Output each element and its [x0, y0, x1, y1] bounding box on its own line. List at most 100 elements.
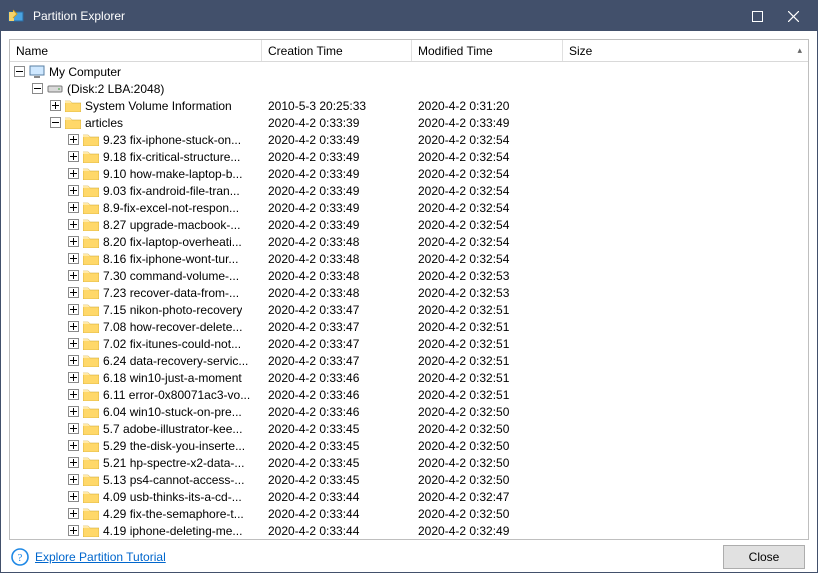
- tree-folder[interactable]: articles2020-4-2 0:33:392020-4-2 0:33:49: [10, 114, 808, 131]
- expand-icon[interactable]: [68, 440, 79, 451]
- tree-view[interactable]: My Computer(Disk:2 LBA:2048)System Volum…: [10, 62, 808, 539]
- modified-time: 2020-4-2 0:32:54: [412, 252, 563, 266]
- modified-time: 2020-4-2 0:32:54: [412, 150, 563, 164]
- tree-folder[interactable]: 4.09 usb-thinks-its-a-cd-...2020-4-2 0:3…: [10, 488, 808, 505]
- collapse-icon[interactable]: [14, 66, 25, 77]
- expand-icon[interactable]: [68, 355, 79, 366]
- expand-icon[interactable]: [68, 219, 79, 230]
- expand-icon[interactable]: [68, 304, 79, 315]
- column-header-mtime-label: Modified Time: [418, 44, 493, 58]
- tree-folder[interactable]: 8.9-fix-excel-not-respon...2020-4-2 0:33…: [10, 199, 808, 216]
- tree-root[interactable]: My Computer: [10, 63, 808, 80]
- tree-folder[interactable]: 9.10 how-make-laptop-b...2020-4-2 0:33:4…: [10, 165, 808, 182]
- tutorial-link[interactable]: Explore Partition Tutorial: [35, 550, 166, 564]
- expand-icon[interactable]: [68, 491, 79, 502]
- expand-icon[interactable]: [68, 236, 79, 247]
- tree-folder[interactable]: 8.16 fix-iphone-wont-tur...2020-4-2 0:33…: [10, 250, 808, 267]
- item-label: 7.23 recover-data-from-...: [103, 286, 239, 300]
- creation-time: 2020-4-2 0:33:46: [262, 405, 412, 419]
- expand-icon[interactable]: [68, 253, 79, 264]
- modified-time: 2020-4-2 0:32:50: [412, 456, 563, 470]
- expand-icon[interactable]: [68, 525, 79, 536]
- item-label: 5.21 hp-spectre-x2-data-...: [103, 456, 244, 470]
- tree-folder[interactable]: 9.23 fix-iphone-stuck-on...2020-4-2 0:33…: [10, 131, 808, 148]
- tree-folder[interactable]: 8.20 fix-laptop-overheati...2020-4-2 0:3…: [10, 233, 808, 250]
- expand-icon[interactable]: [68, 270, 79, 281]
- item-label: 7.15 nikon-photo-recovery: [103, 303, 242, 317]
- creation-time: 2020-4-2 0:33:48: [262, 286, 412, 300]
- creation-time: 2020-4-2 0:33:47: [262, 354, 412, 368]
- creation-time: 2020-4-2 0:33:44: [262, 524, 412, 538]
- column-header-name[interactable]: Name: [10, 40, 262, 61]
- tree-folder[interactable]: 6.11 error-0x80071ac3-vo...2020-4-2 0:33…: [10, 386, 808, 403]
- tree-folder[interactable]: 7.23 recover-data-from-... 2020-4-2 0:33:…: [10, 284, 808, 301]
- tree-folder[interactable]: 5.13 ps4-cannot-access-...2020-4-2 0:33:…: [10, 471, 808, 488]
- tree-folder[interactable]: 7.30 command-volume-...2020-4-2 0:33:482…: [10, 267, 808, 284]
- expand-icon[interactable]: [68, 406, 79, 417]
- folder-icon: [83, 184, 99, 197]
- item-label: 9.23 fix-iphone-stuck-on...: [103, 133, 241, 147]
- expand-icon[interactable]: [68, 168, 79, 179]
- close-window-button[interactable]: [775, 1, 811, 31]
- close-button[interactable]: Close: [723, 545, 805, 569]
- folder-icon: [83, 218, 99, 231]
- expand-icon[interactable]: [68, 474, 79, 485]
- expand-icon[interactable]: [68, 202, 79, 213]
- expand-icon[interactable]: [68, 457, 79, 468]
- modified-time: 2020-4-2 0:33:49: [412, 116, 563, 130]
- tree-folder[interactable]: 6.18 win10-just-a-moment2020-4-2 0:33:46…: [10, 369, 808, 386]
- column-header-mtime[interactable]: Modified Time: [412, 40, 563, 61]
- tree-folder[interactable]: 5.7 adobe-illustrator-kee... 2020-4-2 0:3…: [10, 420, 808, 437]
- item-label: articles: [85, 116, 123, 130]
- tree-folder[interactable]: System Volume Information2010-5-3 20:25:…: [10, 97, 808, 114]
- expand-icon[interactable]: [68, 321, 79, 332]
- expand-icon[interactable]: [68, 134, 79, 145]
- tree-folder[interactable]: 5.21 hp-spectre-x2-data-...2020-4-2 0:33…: [10, 454, 808, 471]
- modified-time: 2020-4-2 0:32:53: [412, 269, 563, 283]
- collapse-icon[interactable]: [50, 117, 61, 128]
- creation-time: 2020-4-2 0:33:45: [262, 422, 412, 436]
- column-header-ctime[interactable]: Creation Time: [262, 40, 412, 61]
- folder-icon: [83, 337, 99, 350]
- expand-icon[interactable]: [68, 287, 79, 298]
- tree-folder[interactable]: 6.24 data-recovery-servic...2020-4-2 0:3…: [10, 352, 808, 369]
- folder-icon: [83, 150, 99, 163]
- tree-folder[interactable]: 4.19 iphone-deleting-me...2020-4-2 0:33:…: [10, 522, 808, 539]
- expand-icon[interactable]: [50, 100, 61, 111]
- collapse-icon[interactable]: [32, 83, 43, 94]
- tree-folder[interactable]: 8.27 upgrade-macbook-...2020-4-2 0:33:49…: [10, 216, 808, 233]
- tree-folder[interactable]: 5.29 the-disk-you-inserte...2020-4-2 0:3…: [10, 437, 808, 454]
- item-label: 8.16 fix-iphone-wont-tur...: [103, 252, 238, 266]
- maximize-button[interactable]: [739, 1, 775, 31]
- item-label: 4.29 fix-the-semaphore-t...: [103, 507, 244, 521]
- expand-icon[interactable]: [68, 151, 79, 162]
- modified-time: 2020-4-2 0:32:51: [412, 371, 563, 385]
- expand-icon[interactable]: [68, 389, 79, 400]
- expand-icon[interactable]: [68, 372, 79, 383]
- tree-folder[interactable]: 6.04 win10-stuck-on-pre... 2020-4-2 0:33:…: [10, 403, 808, 420]
- expand-icon[interactable]: [68, 508, 79, 519]
- item-label: 9.03 fix-android-file-tran...: [103, 184, 240, 198]
- item-label: 5.29 the-disk-you-inserte...: [103, 439, 245, 453]
- window: Partition Explorer Name Creation Time Mo…: [0, 0, 818, 573]
- file-list: Name Creation Time Modified Time Size▴ M…: [9, 39, 809, 540]
- tree-folder[interactable]: 9.03 fix-android-file-tran... 2020-4-2 0:…: [10, 182, 808, 199]
- tree-folder[interactable]: 4.29 fix-the-semaphore-t...2020-4-2 0:33…: [10, 505, 808, 522]
- tree-folder[interactable]: 7.08 how-recover-delete...2020-4-2 0:33:…: [10, 318, 808, 335]
- expand-icon[interactable]: [68, 423, 79, 434]
- svg-text:?: ?: [18, 552, 23, 564]
- expand-icon[interactable]: [68, 185, 79, 196]
- tree-disk[interactable]: (Disk:2 LBA:2048): [10, 80, 808, 97]
- tree-folder[interactable]: 9.18 fix-critical-structure...2020-4-2 0…: [10, 148, 808, 165]
- tree-folder[interactable]: 7.02 fix-itunes-could-not...2020-4-2 0:3…: [10, 335, 808, 352]
- item-label: 7.08 how-recover-delete...: [103, 320, 242, 334]
- modified-time: 2020-4-2 0:32:50: [412, 473, 563, 487]
- expand-icon[interactable]: [68, 338, 79, 349]
- modified-time: 2020-4-2 0:32:50: [412, 405, 563, 419]
- help-icon[interactable]: ?: [11, 548, 29, 566]
- item-label: 6.04 win10-stuck-on-pre...: [103, 405, 242, 419]
- column-header-size[interactable]: Size▴: [563, 40, 808, 61]
- tree-folder[interactable]: 7.15 nikon-photo-recovery2020-4-2 0:33:4…: [10, 301, 808, 318]
- item-label: 5.7 adobe-illustrator-kee...: [103, 422, 242, 436]
- modified-time: 2020-4-2 0:32:54: [412, 184, 563, 198]
